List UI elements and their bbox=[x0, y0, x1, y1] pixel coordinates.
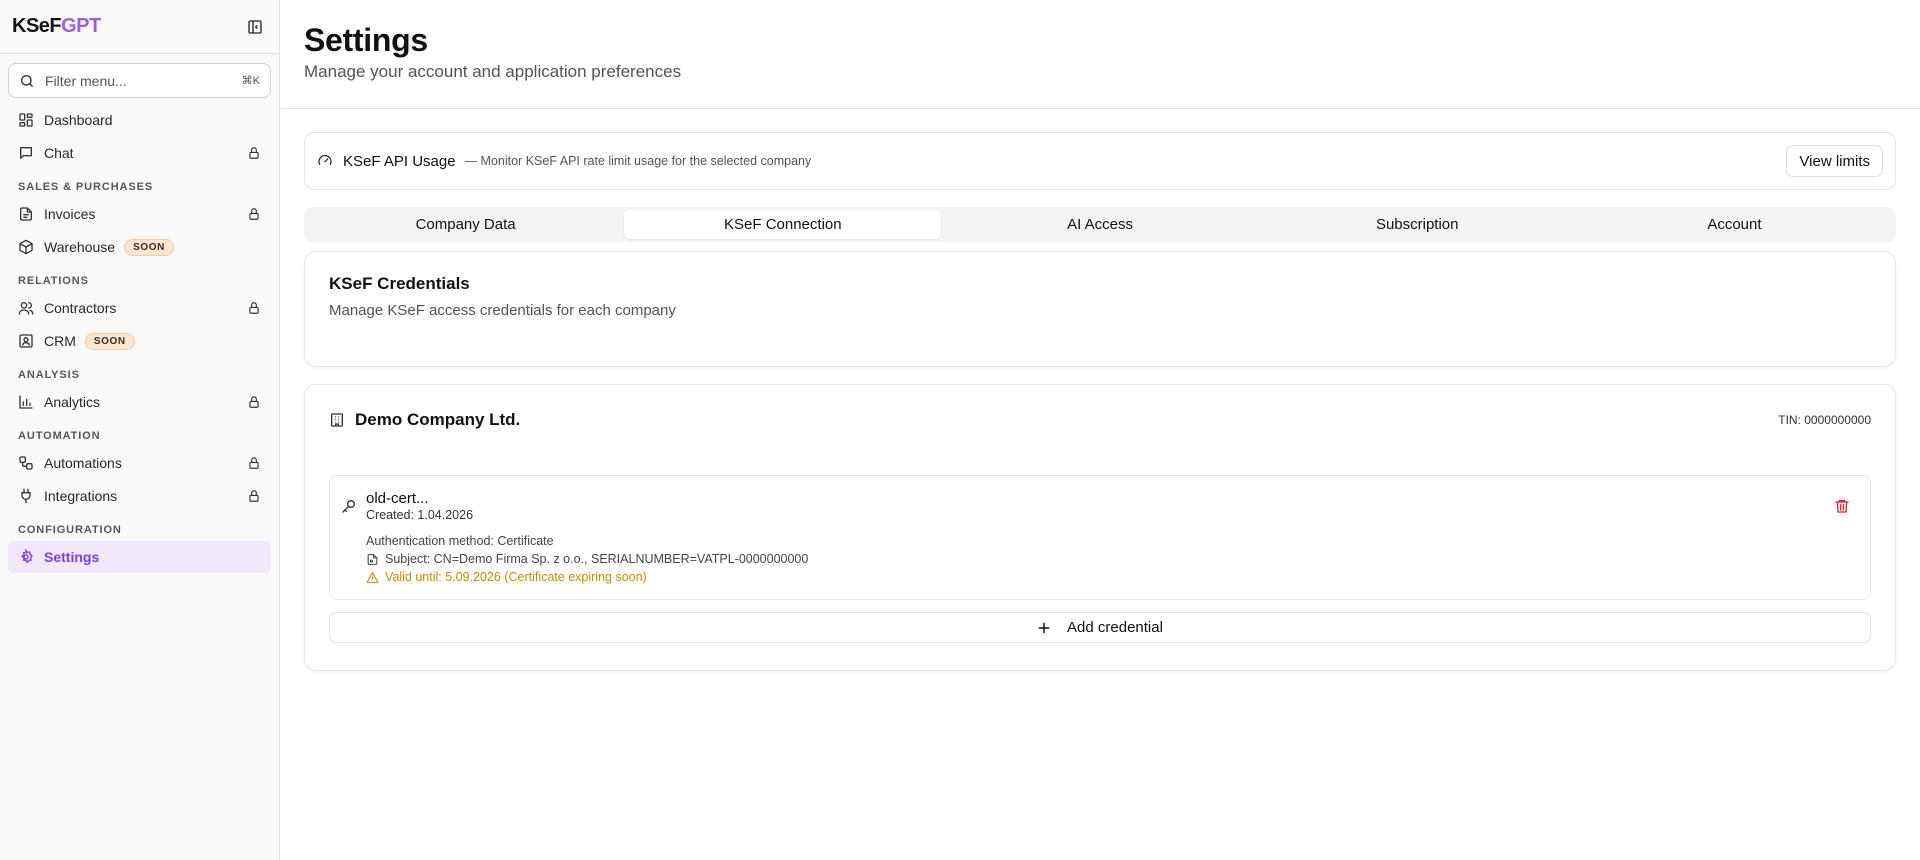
sidebar-item-label: Contractors bbox=[44, 300, 117, 316]
section-label-configuration: CONFIGURATION bbox=[18, 524, 122, 536]
api-usage-card: KSeF API Usage — Monitor KSeF API rate l… bbox=[304, 132, 1896, 190]
tab-account[interactable]: Account bbox=[1576, 210, 1893, 239]
sidebar-item-label: Invoices bbox=[44, 206, 96, 222]
section-label-automation: AUTOMATION bbox=[18, 430, 101, 442]
sidebar-item-label: Integrations bbox=[44, 488, 118, 504]
sidebar-item-integrations[interactable]: Integrations bbox=[8, 480, 271, 512]
company-card: Demo Company Ltd. TIN: 0000000000 old-ce… bbox=[304, 384, 1896, 671]
workflow-icon bbox=[19, 456, 33, 470]
filter-menu-field[interactable]: ⌘K bbox=[8, 63, 271, 98]
key-icon bbox=[342, 500, 355, 513]
company-tin: TIN: 0000000000 bbox=[1778, 413, 1871, 427]
file-certificate-icon bbox=[367, 553, 378, 565]
section-label-relations: RELATIONS bbox=[18, 275, 89, 287]
credentials-description: Manage KSeF access credentials for each … bbox=[329, 302, 676, 319]
brand-logo[interactable]: KSeFGPT bbox=[12, 15, 101, 38]
tab-subscription[interactable]: Subscription bbox=[1259, 210, 1576, 239]
sidebar: KSeFGPT ⌘K Dashboard Chat SALES & PURCHA… bbox=[0, 0, 280, 860]
certificate-subject: Subject: CN=Demo Firma Sp. z o.o., SERIA… bbox=[385, 552, 809, 566]
soon-badge: SOON bbox=[84, 332, 135, 350]
soon-badge: SOON bbox=[124, 238, 174, 256]
sidebar-item-label: Dashboard bbox=[44, 112, 113, 128]
tab-company-data[interactable]: Company Data bbox=[307, 210, 624, 239]
company-header: Demo Company Ltd. TIN: 0000000000 bbox=[329, 410, 1871, 430]
plug-icon bbox=[21, 488, 31, 504]
dashboard-icon bbox=[19, 113, 33, 127]
sidebar-item-label: Chat bbox=[44, 145, 74, 161]
sidebar-item-label: Warehouse bbox=[44, 239, 116, 255]
sidebar-item-warehouse[interactable]: Warehouse SOON bbox=[8, 231, 271, 263]
lock-icon bbox=[249, 396, 259, 408]
gear-icon bbox=[20, 549, 33, 564]
main-content: Settings Manage your account and applica… bbox=[281, 0, 1920, 860]
settings-tabs: Company Data KSeF Connection AI Access S… bbox=[304, 207, 1896, 242]
sidebar-item-settings[interactable]: Settings bbox=[8, 541, 271, 573]
page-header: Settings Manage your account and applica… bbox=[281, 0, 1920, 109]
bar-chart-icon bbox=[19, 395, 33, 409]
add-credential-button[interactable]: Add credential bbox=[329, 612, 1871, 643]
sidebar-item-label: Settings bbox=[44, 549, 100, 565]
sidebar-item-analytics[interactable]: Analytics bbox=[8, 386, 271, 418]
page-title: Settings bbox=[304, 22, 428, 58]
lock-icon bbox=[249, 208, 259, 220]
certificate-valid-until: Valid until: 5.09.2026 (Certificate expi… bbox=[385, 570, 647, 584]
ksef-credentials-card: KSeF Credentials Manage KSeF access cred… bbox=[304, 251, 1896, 367]
sidebar-item-invoices[interactable]: Invoices bbox=[8, 198, 271, 230]
building-icon bbox=[331, 413, 343, 427]
lock-icon bbox=[249, 457, 259, 469]
sidebar-item-label: Automations bbox=[44, 455, 122, 471]
sidebar-item-contractors[interactable]: Contractors bbox=[8, 292, 271, 324]
sidebar-header: KSeFGPT bbox=[0, 0, 279, 54]
tab-ai-access[interactable]: AI Access bbox=[941, 210, 1258, 239]
gauge-icon bbox=[318, 154, 332, 165]
api-usage-title: KSeF API Usage bbox=[343, 152, 456, 170]
certificate-item: old-cert... Created: 1.04.2026 Authentic… bbox=[329, 475, 1871, 600]
sidebar-item-dashboard[interactable]: Dashboard bbox=[8, 104, 271, 136]
certificate-auth-method: Authentication method: Certificate bbox=[366, 534, 554, 548]
chat-icon bbox=[20, 147, 32, 159]
contact-card-icon bbox=[19, 334, 33, 348]
sidebar-item-chat[interactable]: Chat bbox=[8, 137, 271, 169]
brand-name-part2: GPT bbox=[61, 15, 101, 37]
page-subtitle: Manage your account and application pref… bbox=[304, 62, 682, 81]
sidebar-toggle-button[interactable] bbox=[243, 15, 267, 39]
lock-icon bbox=[249, 302, 259, 314]
users-icon bbox=[18, 302, 34, 315]
add-credential-label: Add credential bbox=[1067, 619, 1163, 636]
lock-icon bbox=[249, 490, 259, 502]
plus-icon bbox=[1038, 622, 1050, 633]
brand-name-part1: KSeF bbox=[12, 15, 62, 37]
section-label-sales-purchases: SALES & PURCHASES bbox=[18, 181, 154, 193]
filter-menu-input[interactable] bbox=[45, 72, 242, 89]
sidebar-item-crm[interactable]: CRM SOON bbox=[8, 325, 271, 357]
sidebar-item-automations[interactable]: Automations bbox=[8, 447, 271, 479]
company-name: Demo Company Ltd. bbox=[355, 410, 521, 429]
delete-credential-button[interactable] bbox=[1834, 498, 1850, 514]
search-icon bbox=[21, 74, 33, 87]
trash-icon bbox=[1835, 500, 1849, 513]
package-icon bbox=[19, 239, 33, 255]
lock-icon bbox=[249, 147, 259, 159]
credentials-title: KSeF Credentials bbox=[329, 274, 470, 293]
panel-left-icon bbox=[248, 19, 262, 34]
api-usage-description: — Monitor KSeF API rate limit usage for … bbox=[464, 154, 812, 168]
tab-ksef-connection[interactable]: KSeF Connection bbox=[624, 210, 942, 239]
warning-icon bbox=[366, 571, 379, 583]
certificate-created: Created: 1.04.2026 bbox=[366, 508, 474, 522]
certificate-name: old-cert... bbox=[366, 490, 429, 507]
file-text-icon bbox=[20, 207, 32, 221]
sidebar-item-label: Analytics bbox=[44, 394, 101, 410]
view-limits-button[interactable]: View limits bbox=[1786, 145, 1883, 177]
filter-shortcut-hint: ⌘K bbox=[241, 75, 260, 87]
sidebar-item-label: CRM bbox=[44, 333, 76, 349]
section-label-analysis: ANALYSIS bbox=[18, 369, 80, 381]
